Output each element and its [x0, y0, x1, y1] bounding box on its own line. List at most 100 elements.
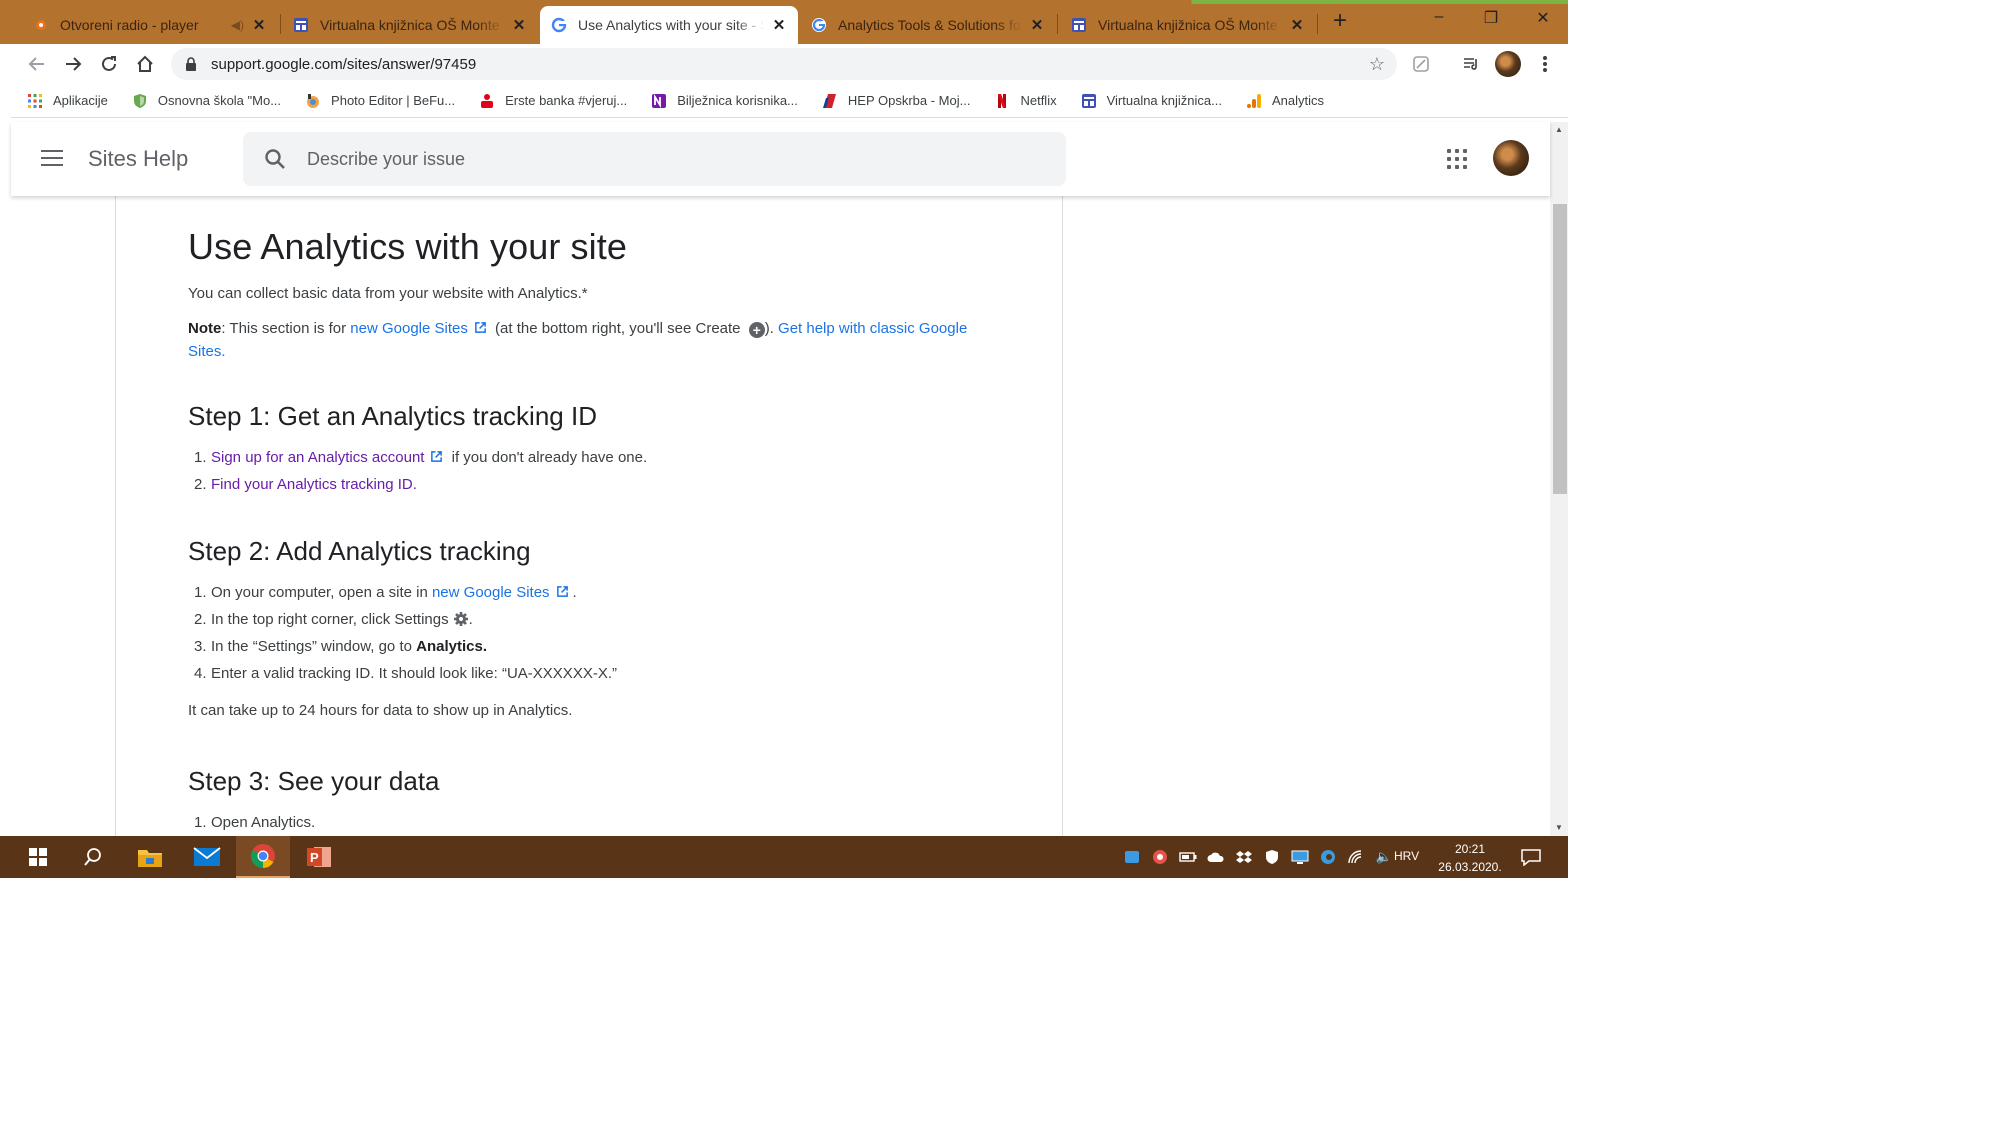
page-scrollbar[interactable]: ▲ ▼ [1550, 122, 1568, 836]
sign-up-analytics-link[interactable]: Sign up for an Analytics account [211, 449, 424, 466]
start-button[interactable] [11, 836, 65, 878]
wifi-icon[interactable] [1347, 849, 1365, 865]
tab-virtualna-knjiznica[interactable]: Virtualna knjižnica OŠ Monte Z ✕ [282, 6, 538, 44]
scroll-up-arrow-icon[interactable]: ▲ [1550, 122, 1568, 138]
step1-heading: Step 1: Get an Analytics tracking ID [188, 401, 597, 431]
radio-icon [32, 16, 50, 34]
list-text: In the “Settings” window, go to [211, 638, 417, 655]
bookmark-netflix[interactable]: Netflix [994, 93, 1057, 109]
chrome-menu-icon[interactable] [1533, 52, 1557, 76]
bookmark-virtualna-knjiznica[interactable]: Virtualna knjižnica... [1081, 93, 1222, 109]
list-number: 2. [194, 611, 207, 628]
main-menu-icon[interactable] [41, 150, 63, 166]
powerpoint-button[interactable]: P [292, 836, 346, 878]
bookmark-erste-banka[interactable]: Erste banka #vjeruj... [479, 93, 627, 109]
minimize-button[interactable]: – [1416, 8, 1462, 34]
back-button[interactable] [25, 52, 49, 76]
security-shield-icon[interactable] [1263, 849, 1281, 865]
bookmark-photo-editor[interactable]: Photo Editor | BeFu... [305, 93, 455, 109]
system-clock[interactable]: 20:21 26.03.2020. [1432, 840, 1508, 876]
onedrive-icon[interactable] [1207, 849, 1225, 865]
google-apps-icon[interactable] [1447, 149, 1467, 169]
action-center-icon[interactable] [1520, 848, 1542, 866]
article-intro: You can collect basic data from your web… [188, 285, 588, 302]
tab-otvoreni-radio[interactable]: Otvoreni radio - player ◀) ✕ [22, 6, 278, 44]
list-number: 4. [194, 665, 207, 682]
dropbox-icon[interactable] [1235, 849, 1253, 865]
bookmark-aplikacije[interactable]: Aplikacije [27, 93, 108, 109]
extension-icon[interactable] [1409, 52, 1433, 76]
tab-label: Analytics Tools & Solutions for [838, 17, 1022, 33]
taskbar-search-button[interactable] [66, 836, 120, 878]
scroll-down-arrow-icon[interactable]: ▼ [1550, 820, 1568, 836]
search-icon [84, 848, 101, 866]
search-input[interactable] [307, 148, 1027, 170]
find-tracking-id-link[interactable]: Find your Analytics tracking ID [211, 476, 413, 493]
tab-separator [1317, 14, 1318, 34]
close-tab-icon[interactable]: ✕ [1028, 16, 1046, 34]
forward-button[interactable] [61, 52, 85, 76]
help-center-title[interactable]: Sites Help [88, 146, 188, 172]
file-explorer-button[interactable] [123, 836, 177, 878]
new-google-sites-link[interactable]: new Google Sites [432, 584, 550, 601]
note-text: : This section is for [221, 320, 351, 337]
list-item: 1. Sign up for an Analytics account if yo… [194, 444, 988, 471]
chrome-icon [250, 844, 275, 868]
netflix-icon [998, 93, 1007, 108]
close-tab-icon[interactable]: ✕ [1288, 16, 1306, 34]
media-control-icon[interactable] [1459, 52, 1483, 76]
edge-icon[interactable] [1319, 849, 1337, 865]
bookmark-label: Analytics [1271, 93, 1324, 108]
page-body: Use Analytics with your site You can col… [11, 196, 1550, 836]
help-header: Sites Help [11, 122, 1550, 196]
close-tab-icon[interactable]: ✕ [770, 16, 788, 34]
close-tab-icon[interactable]: ✕ [250, 16, 268, 34]
tab-label: Otvoreni radio - player [60, 17, 199, 33]
network-app-icon[interactable] [1123, 849, 1141, 865]
new-tab-button[interactable]: + [1328, 9, 1352, 34]
profile-avatar[interactable] [1495, 51, 1521, 77]
bookmark-biljeznica[interactable]: Bilježnica korisnika... [651, 93, 798, 109]
bookmark-hep-opskrba[interactable]: HEP Opskrba - Moj... [822, 93, 970, 109]
chrome-taskbar-button[interactable] [236, 836, 290, 878]
tab-virtualna-knjiznica-2[interactable]: Virtualna knjižnica OŠ Monte Z ✕ [1060, 6, 1316, 44]
note-text: (at the bottom right, you'll see Create [490, 320, 745, 337]
restore-button[interactable]: ❐ [1468, 8, 1514, 34]
hep-icon [822, 93, 836, 108]
volume-icon[interactable]: 🔈 [1375, 849, 1393, 865]
bookmark-analytics[interactable]: Analytics [1246, 93, 1324, 109]
tab-use-analytics[interactable]: Use Analytics with your site - S ✕ [540, 6, 798, 44]
list-text: . [412, 476, 417, 493]
account-avatar[interactable] [1493, 140, 1529, 176]
address-bar[interactable]: support.google.com/sites/answer/97459 ☆ [171, 48, 1397, 80]
list-number: 1. [194, 814, 207, 831]
help-search-box[interactable] [243, 132, 1066, 186]
new-google-sites-link[interactable]: new Google Sites [350, 320, 468, 337]
bookmark-star-icon[interactable]: ☆ [1369, 54, 1385, 75]
tab-separator [280, 14, 281, 34]
system-tray: 🔈 [1118, 836, 1398, 878]
befunky-icon [307, 93, 320, 108]
reload-button[interactable] [97, 52, 121, 76]
lock-icon [186, 57, 196, 71]
tab-analytics-tools[interactable]: Analytics Tools & Solutions for ✕ [800, 6, 1056, 44]
bookmark-osnovna-skola[interactable]: Osnovna škola "Mo... [132, 93, 281, 109]
home-button[interactable] [133, 52, 157, 76]
battery-icon[interactable] [1179, 849, 1197, 865]
bookmark-label: Aplikacije [53, 93, 108, 108]
scrollbar-thumb[interactable] [1553, 204, 1567, 494]
list-item: 1. On your computer, open a site in new G… [194, 579, 988, 606]
close-window-button[interactable]: ✕ [1520, 8, 1566, 34]
google-g-icon [810, 16, 828, 34]
search-icon[interactable] [263, 147, 287, 171]
list-text: if you don't already have one. [447, 449, 648, 466]
apps-grid-icon [28, 93, 42, 108]
input-language[interactable]: HRV [1394, 849, 1419, 863]
display-icon[interactable] [1291, 849, 1309, 865]
speaker-icon[interactable]: ◀) [231, 18, 244, 32]
close-tab-icon[interactable]: ✕ [510, 16, 528, 34]
step2-footer: It can take up to 24 hours for data to s… [188, 702, 573, 719]
antivirus-icon[interactable] [1151, 849, 1169, 865]
back-arrow-icon [28, 57, 44, 71]
mail-button[interactable] [180, 836, 234, 878]
